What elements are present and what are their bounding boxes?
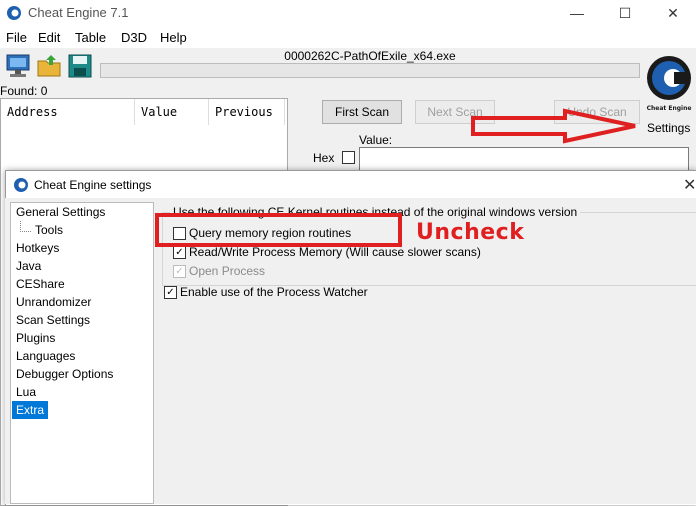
process-name: 0000262C-PathOfExile_x64.exe — [284, 49, 456, 63]
menu-d3d[interactable]: D3D — [121, 30, 147, 45]
window-title: Cheat Engine 7.1 — [28, 5, 129, 20]
column-address[interactable]: Address — [1, 99, 135, 125]
menu-file[interactable]: File — [6, 30, 27, 45]
menu-table[interactable]: Table — [75, 30, 106, 45]
found-count: Found: 0 — [0, 84, 48, 98]
close-button[interactable]: ✕ — [650, 0, 696, 26]
minimize-button[interactable]: — — [554, 0, 600, 26]
tree-item-scan-settings[interactable]: Scan Settings — [16, 311, 90, 329]
cheat-engine-small-icon — [14, 178, 28, 192]
open-process-label: Open Process — [189, 264, 266, 278]
tree-item-general-settings[interactable]: General Settings — [16, 203, 105, 221]
tree-item-extra[interactable]: Extra — [12, 401, 49, 419]
cheat-engine-logo-icon[interactable]: Cheat Engine — [644, 50, 694, 120]
maximize-button[interactable]: ☐ — [602, 0, 648, 26]
column-value[interactable]: Value — [135, 99, 209, 125]
tree-item-tools[interactable]: Tools — [35, 221, 63, 239]
annotation-arrow — [471, 108, 636, 144]
tree-item-java[interactable]: Java — [16, 257, 41, 275]
cheat-engine-small-icon — [7, 6, 21, 20]
svg-text:Cheat Engine: Cheat Engine — [647, 105, 692, 112]
tree-item-plugins[interactable]: Plugins — [16, 329, 55, 347]
hex-label: Hex — [313, 151, 335, 165]
menu-help[interactable]: Help — [160, 30, 187, 45]
tree-item-languages[interactable]: Languages — [16, 347, 75, 365]
process-watcher-checkbox[interactable]: ✓ — [164, 286, 177, 299]
tree-item-unrandomizer[interactable]: Unrandomizer — [16, 293, 91, 311]
tree-item-lua[interactable]: Lua — [16, 383, 36, 401]
tree-item-hotkeys[interactable]: Hotkeys — [16, 239, 59, 257]
save-disk-icon[interactable] — [66, 52, 94, 80]
tree-connector — [20, 221, 31, 232]
rw-memory-checkbox[interactable]: ✓ — [173, 246, 186, 259]
dialog-title: Cheat Engine settings — [34, 178, 152, 192]
annotation-uncheck-text: Uncheck — [416, 220, 525, 245]
dialog-close-button[interactable]: ✕ — [683, 175, 696, 195]
annotation-highlight-box — [155, 213, 402, 247]
settings-button[interactable]: Settings — [647, 121, 690, 135]
computer-icon[interactable] — [4, 52, 32, 80]
tree-item-debugger-options[interactable]: Debugger Options — [16, 365, 113, 383]
folder-open-icon[interactable] — [36, 52, 64, 80]
open-process-checkbox[interactable]: ✓ — [173, 265, 186, 278]
value-input[interactable] — [359, 147, 689, 171]
first-scan-button[interactable]: First Scan — [322, 100, 402, 124]
rw-memory-label: Read/Write Process Memory (Will cause sl… — [189, 245, 481, 259]
column-previous[interactable]: Previous — [209, 99, 285, 125]
tree-item-ceshare[interactable]: CEShare — [16, 275, 65, 293]
hex-checkbox[interactable] — [342, 151, 355, 164]
menu-edit[interactable]: Edit — [38, 30, 60, 45]
process-watcher-label: Enable use of the Process Watcher — [180, 285, 368, 299]
value-label: Value: — [359, 133, 393, 147]
scan-progress-bar — [100, 63, 640, 78]
